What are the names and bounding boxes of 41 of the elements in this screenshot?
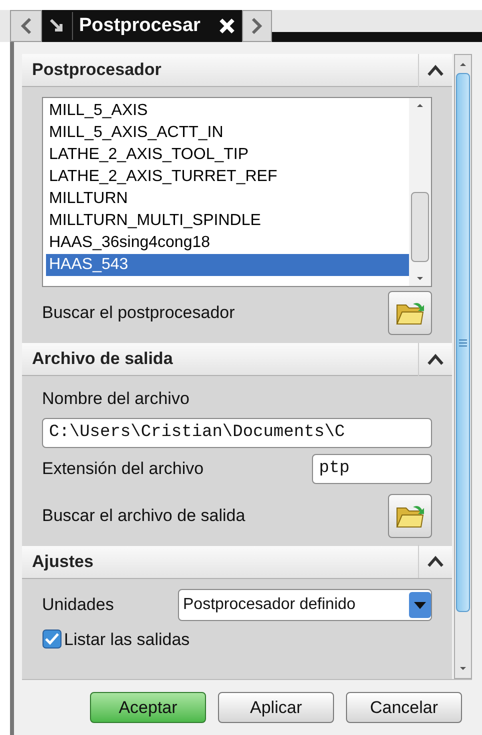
close-icon[interactable] xyxy=(218,17,236,35)
section-header[interactable]: Archivo de salida xyxy=(22,343,452,376)
section-header[interactable]: Ajustes xyxy=(22,546,452,578)
extension-field[interactable]: ptp xyxy=(312,454,432,484)
list-item[interactable]: HAAS_36sing4cong18 xyxy=(46,232,409,254)
list-item[interactable]: MILL_5_AXIS xyxy=(46,100,409,122)
active-tab[interactable]: Postprocesar xyxy=(42,10,242,42)
section-title: Ajustes xyxy=(31,550,94,573)
previous-tab-button[interactable] xyxy=(10,10,42,42)
section-header[interactable]: Postprocesador xyxy=(22,54,452,87)
file-name-label: Nombre del archivo xyxy=(42,388,190,410)
list-item[interactable]: LATHE_2_AXIS_TOOL_TIP xyxy=(46,144,409,166)
extension-label: Extensión del archivo xyxy=(42,458,204,480)
panel-scrollbar[interactable] xyxy=(454,54,472,679)
dialog-button[interactable]: Cancelar xyxy=(346,692,462,723)
chevron-right-icon xyxy=(250,17,264,35)
tab-title: Postprocesar xyxy=(72,12,212,40)
section-title: Postprocesador xyxy=(31,59,162,82)
file-name-field[interactable]: C:\Users\Cristian\Documents\C xyxy=(42,418,432,448)
browse-button[interactable] xyxy=(388,494,432,538)
chevron-left-icon xyxy=(19,17,33,35)
scroll-up-icon[interactable] xyxy=(415,102,425,108)
browse-label: Buscar el archivo de salida xyxy=(42,504,246,527)
accept-button[interactable]: Aceptar xyxy=(90,692,206,723)
list-item[interactable]: MILLTURN xyxy=(46,188,409,210)
next-tab-button[interactable] xyxy=(242,10,272,42)
units-label: Unidades xyxy=(42,594,114,616)
checkbox-label: Listar las salidas xyxy=(64,628,190,650)
units-dropdown[interactable]: Postprocesador definido xyxy=(178,588,432,620)
checkbox[interactable] xyxy=(42,629,62,650)
browse-button[interactable] xyxy=(388,291,432,335)
list-scrollbar[interactable] xyxy=(409,98,431,286)
list-item[interactable]: MILL_5_AXIS_ACTT_IN xyxy=(46,122,409,144)
dialog-button[interactable]: Aplicar xyxy=(218,692,334,723)
scroll-down-icon[interactable] xyxy=(415,276,425,282)
grip-icon[interactable] xyxy=(458,338,468,346)
list-item[interactable]: MILLTURN_MULTI_SPINDLE xyxy=(46,210,409,232)
list-item[interactable]: LATHE_2_AXIS_TURRET_REF xyxy=(46,166,409,188)
browse-label: Buscar el postprocesador xyxy=(42,302,235,324)
section-title: Archivo de salida xyxy=(31,348,173,370)
list-item[interactable]: HAAS_543 xyxy=(46,254,409,276)
